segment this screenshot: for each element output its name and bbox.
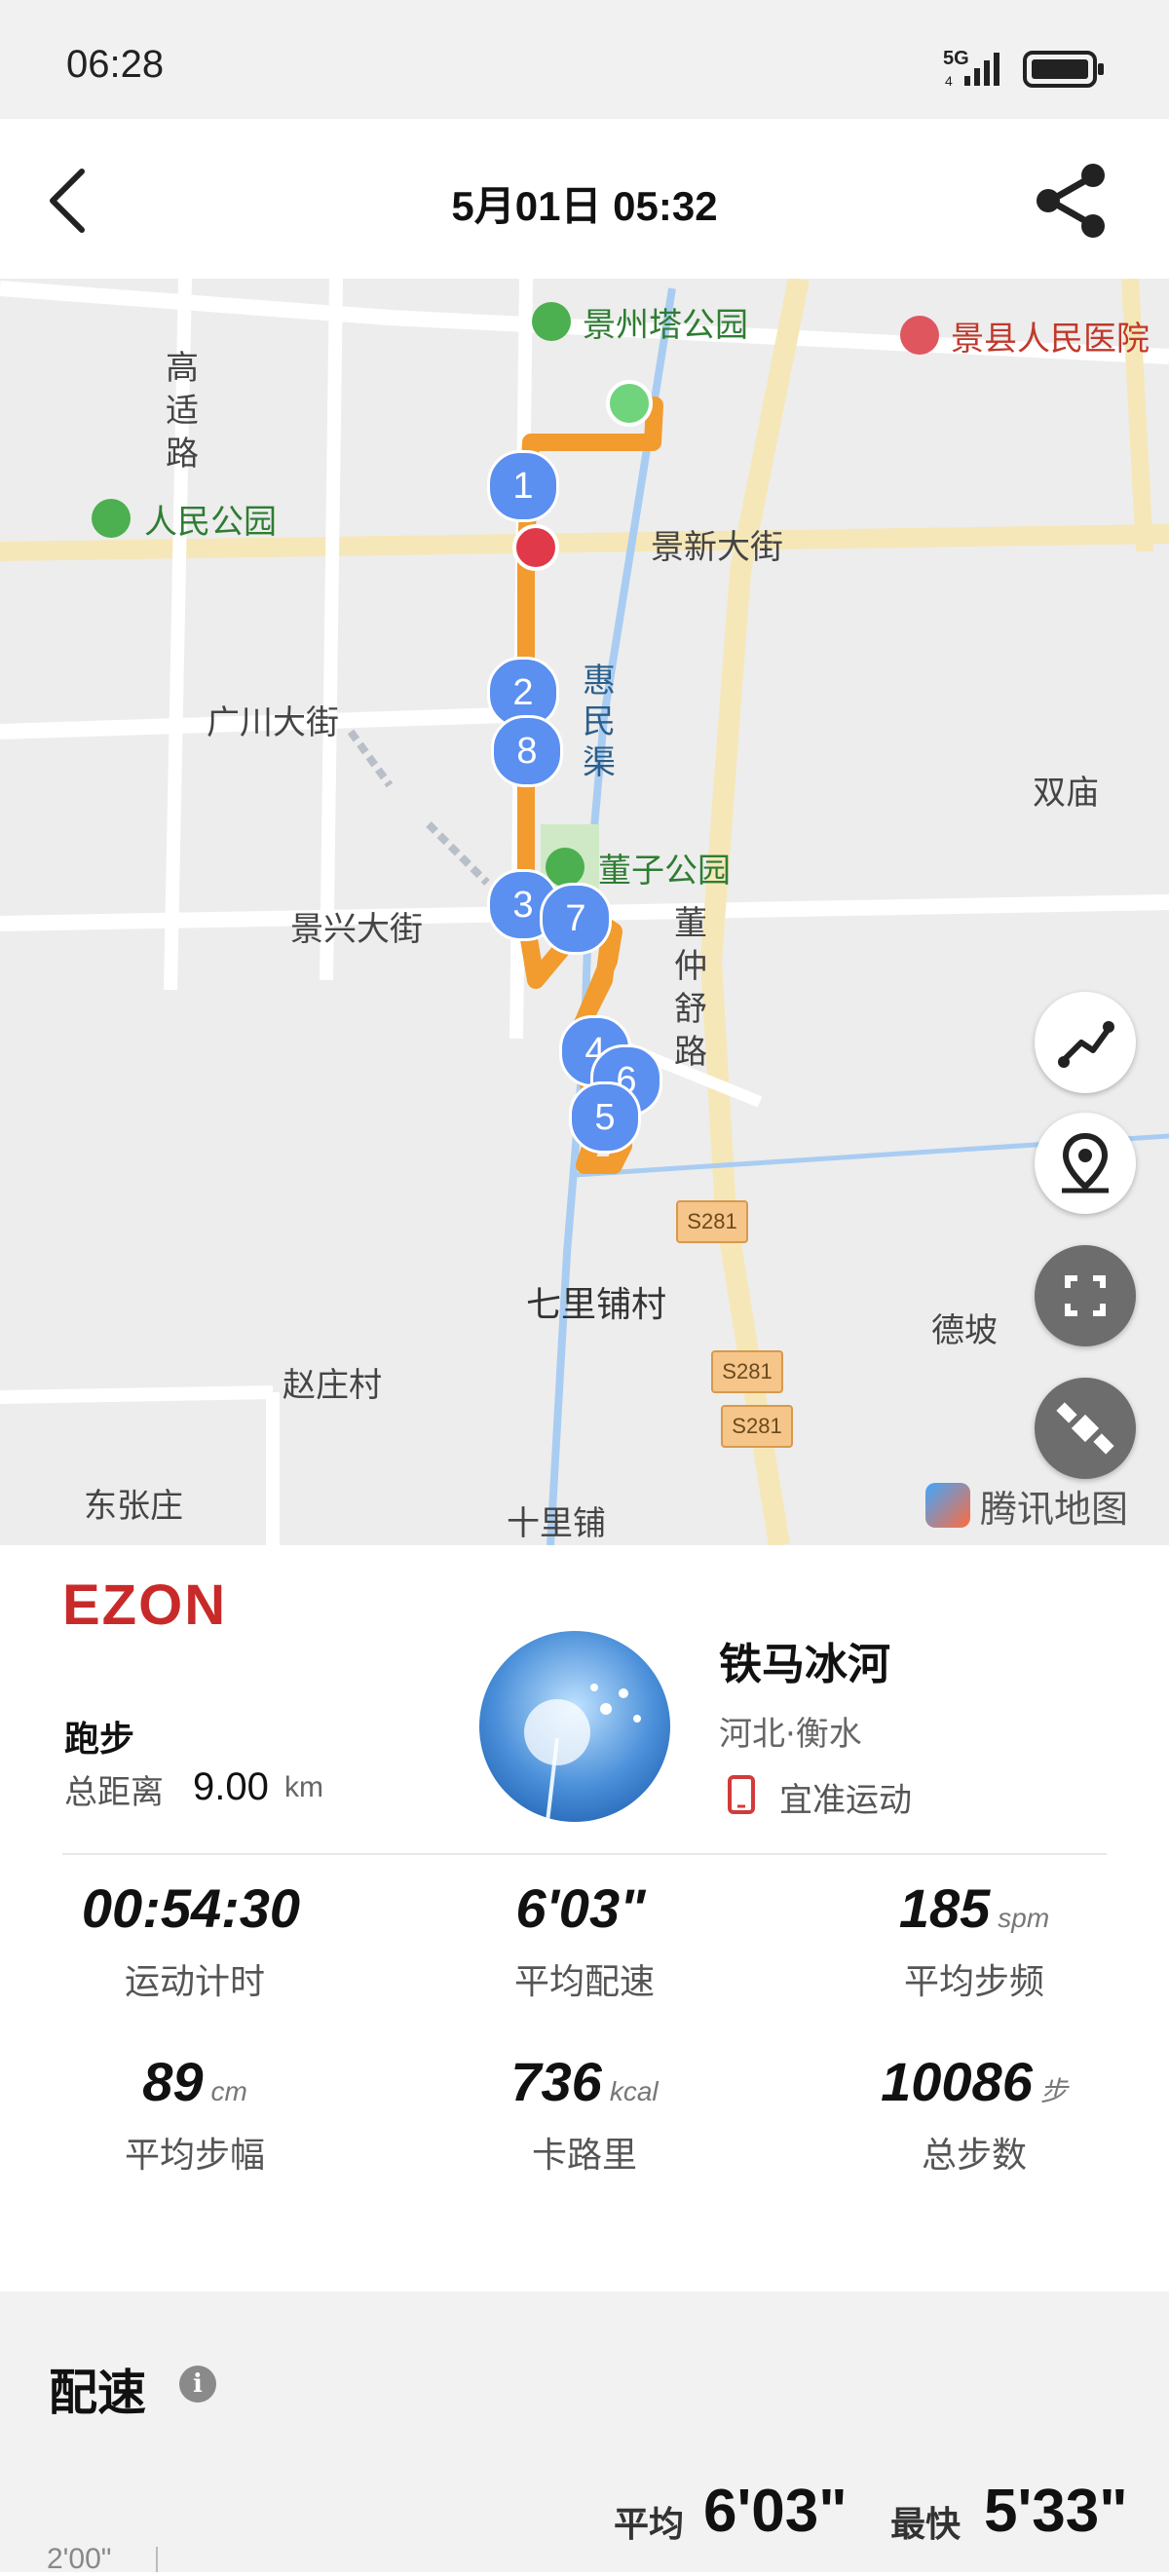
status-time: 06:28 xyxy=(66,43,165,86)
pace-section: 配速 i 平均 6'03" 最快 5'33" 2'00" xyxy=(0,2292,1169,2575)
stat-label: 平均步幅 xyxy=(124,2136,265,2176)
pace-axis-line xyxy=(156,2547,158,2572)
km-marker[interactable]: 8 xyxy=(491,715,563,787)
distance-unit: km xyxy=(284,1771,323,1803)
device-label: 宜准运动 xyxy=(779,1781,912,1820)
stat-label: 运动计时 xyxy=(124,1962,265,2002)
stat-unit: 步 xyxy=(1039,2076,1068,2106)
attribution-label: 腾讯地图 xyxy=(980,1488,1129,1531)
page-title: 5月01日 05:32 xyxy=(451,183,718,229)
pace-best-value: 5'33" xyxy=(984,2478,1128,2545)
highway-shield: S281 xyxy=(676,1200,748,1243)
phone-icon xyxy=(727,1775,756,1818)
pace-avg-label: 平均 xyxy=(614,2505,685,2545)
stat-stride: 89 cm 平均步幅 xyxy=(0,2050,390,2178)
stat-label: 总步数 xyxy=(921,2136,1027,2176)
tencent-map-logo-icon xyxy=(925,1483,970,1528)
stat-value: 10086 xyxy=(881,2051,1033,2112)
distance-label: 总距离 xyxy=(64,1773,164,1812)
network-sub: 4 xyxy=(945,73,953,89)
road-label-gaoshi: 高适路 xyxy=(166,349,199,474)
park-icon xyxy=(532,302,571,341)
river-label: 惠民渠 xyxy=(583,662,616,782)
road-label-jingxin: 景新大街 xyxy=(651,528,783,567)
satellite-button[interactable] xyxy=(1035,1378,1136,1479)
fullscreen-button[interactable] xyxy=(1035,1245,1136,1346)
location-button[interactable] xyxy=(1035,1113,1136,1214)
sport-type: 跑步 xyxy=(64,1720,135,1760)
highway-shield: S281 xyxy=(721,1405,793,1448)
poi-label: 董子公园 xyxy=(598,852,731,890)
stat-cadence: 185 spm 平均步频 xyxy=(779,1876,1169,2004)
pace-best-label: 最快 xyxy=(890,2505,962,2545)
pace-axis-label: 2'00" xyxy=(47,2543,112,2575)
place-label-qilipucun: 七里铺村 xyxy=(526,1285,667,1325)
stat-unit: kcal xyxy=(609,2076,659,2106)
distance-value: 9.00 xyxy=(193,1765,269,1808)
pace-avg-value: 6'03" xyxy=(703,2478,848,2545)
stat-value: 00:54:30 xyxy=(81,1877,301,1939)
route-map[interactable]: 高适路 景新大街 广川大街 景兴大街 董仲舒路 惠民渠 双庙 七里铺村 德坡 赵… xyxy=(0,279,1169,1545)
signal-icon: 5G 4 xyxy=(943,47,1011,94)
start-marker[interactable] xyxy=(606,380,653,427)
stat-avg-pace: 6'03" 平均配速 xyxy=(390,1876,779,2004)
poi-label: 人民公园 xyxy=(144,503,277,542)
stat-value: 185 xyxy=(898,1877,991,1939)
stat-label: 卡路里 xyxy=(531,2136,637,2176)
stat-label: 平均配速 xyxy=(513,1962,655,2002)
stat-value: 6'03" xyxy=(515,1877,646,1939)
stat-unit: cm xyxy=(210,2076,247,2106)
park-icon xyxy=(92,499,131,538)
place-label-shilipu: 十里铺 xyxy=(507,1504,606,1543)
network-type: 5G xyxy=(943,48,969,69)
place-label-depo: 德坡 xyxy=(931,1311,998,1350)
pace-title: 配速 xyxy=(49,2365,146,2421)
brand-logo: EZON xyxy=(62,1573,228,1637)
stat-value: 736 xyxy=(510,2051,602,2112)
km-marker[interactable]: 5 xyxy=(569,1081,641,1154)
poi-label: 景州塔公园 xyxy=(583,306,748,345)
expand-icon xyxy=(1065,1275,1106,1316)
stat-value: 89 xyxy=(142,2051,204,2112)
end-marker[interactable] xyxy=(512,524,559,571)
divider xyxy=(62,1853,1107,1855)
location-pin-icon xyxy=(1062,1132,1109,1193)
km-marker[interactable]: 7 xyxy=(540,883,612,955)
stat-label: 平均步频 xyxy=(903,1962,1044,2002)
status-bar: 06:28 5G 4 xyxy=(0,0,1169,119)
road-label-dongzhongshu: 董仲舒路 xyxy=(674,904,707,1072)
satellite-icon xyxy=(1056,1402,1114,1455)
place-label-shuangmiao: 双庙 xyxy=(1033,774,1099,813)
road-label-guangchuan: 广川大街 xyxy=(207,703,339,742)
km-marker[interactable]: 1 xyxy=(487,450,559,522)
route-playback-button[interactable] xyxy=(1035,992,1136,1093)
share-button[interactable] xyxy=(1033,162,1111,240)
stat-steps: 10086 步 总步数 xyxy=(779,2050,1169,2178)
place-label-dongzhangzhuang: 东张庄 xyxy=(84,1487,183,1526)
app-header: 5月01日 05:32 xyxy=(0,119,1169,279)
user-location: 河北·衡水 xyxy=(719,1715,862,1754)
stats-grid: 00:54:30 运动计时 6'03" 平均配速 185 spm 平均步频 89 c… xyxy=(0,1876,1169,2266)
user-name: 铁马冰河 xyxy=(719,1640,890,1689)
place-label-zhaozhuangcun: 赵庄村 xyxy=(283,1366,382,1405)
highway-shield: S281 xyxy=(711,1350,783,1393)
hospital-icon xyxy=(900,316,939,355)
stat-unit: spm xyxy=(998,1903,1050,1933)
battery-icon xyxy=(1023,51,1107,94)
share-icon xyxy=(1037,164,1105,238)
info-icon[interactable]: i xyxy=(179,2366,216,2403)
route-icon xyxy=(1058,1021,1114,1068)
poi-label: 景县人民医院 xyxy=(951,320,1150,359)
stat-calories: 736 kcal 卡路里 xyxy=(390,2050,779,2178)
road-label-jingxing: 景兴大街 xyxy=(290,910,423,949)
avatar[interactable] xyxy=(479,1631,670,1822)
stat-duration: 00:54:30 运动计时 xyxy=(0,1876,390,2004)
